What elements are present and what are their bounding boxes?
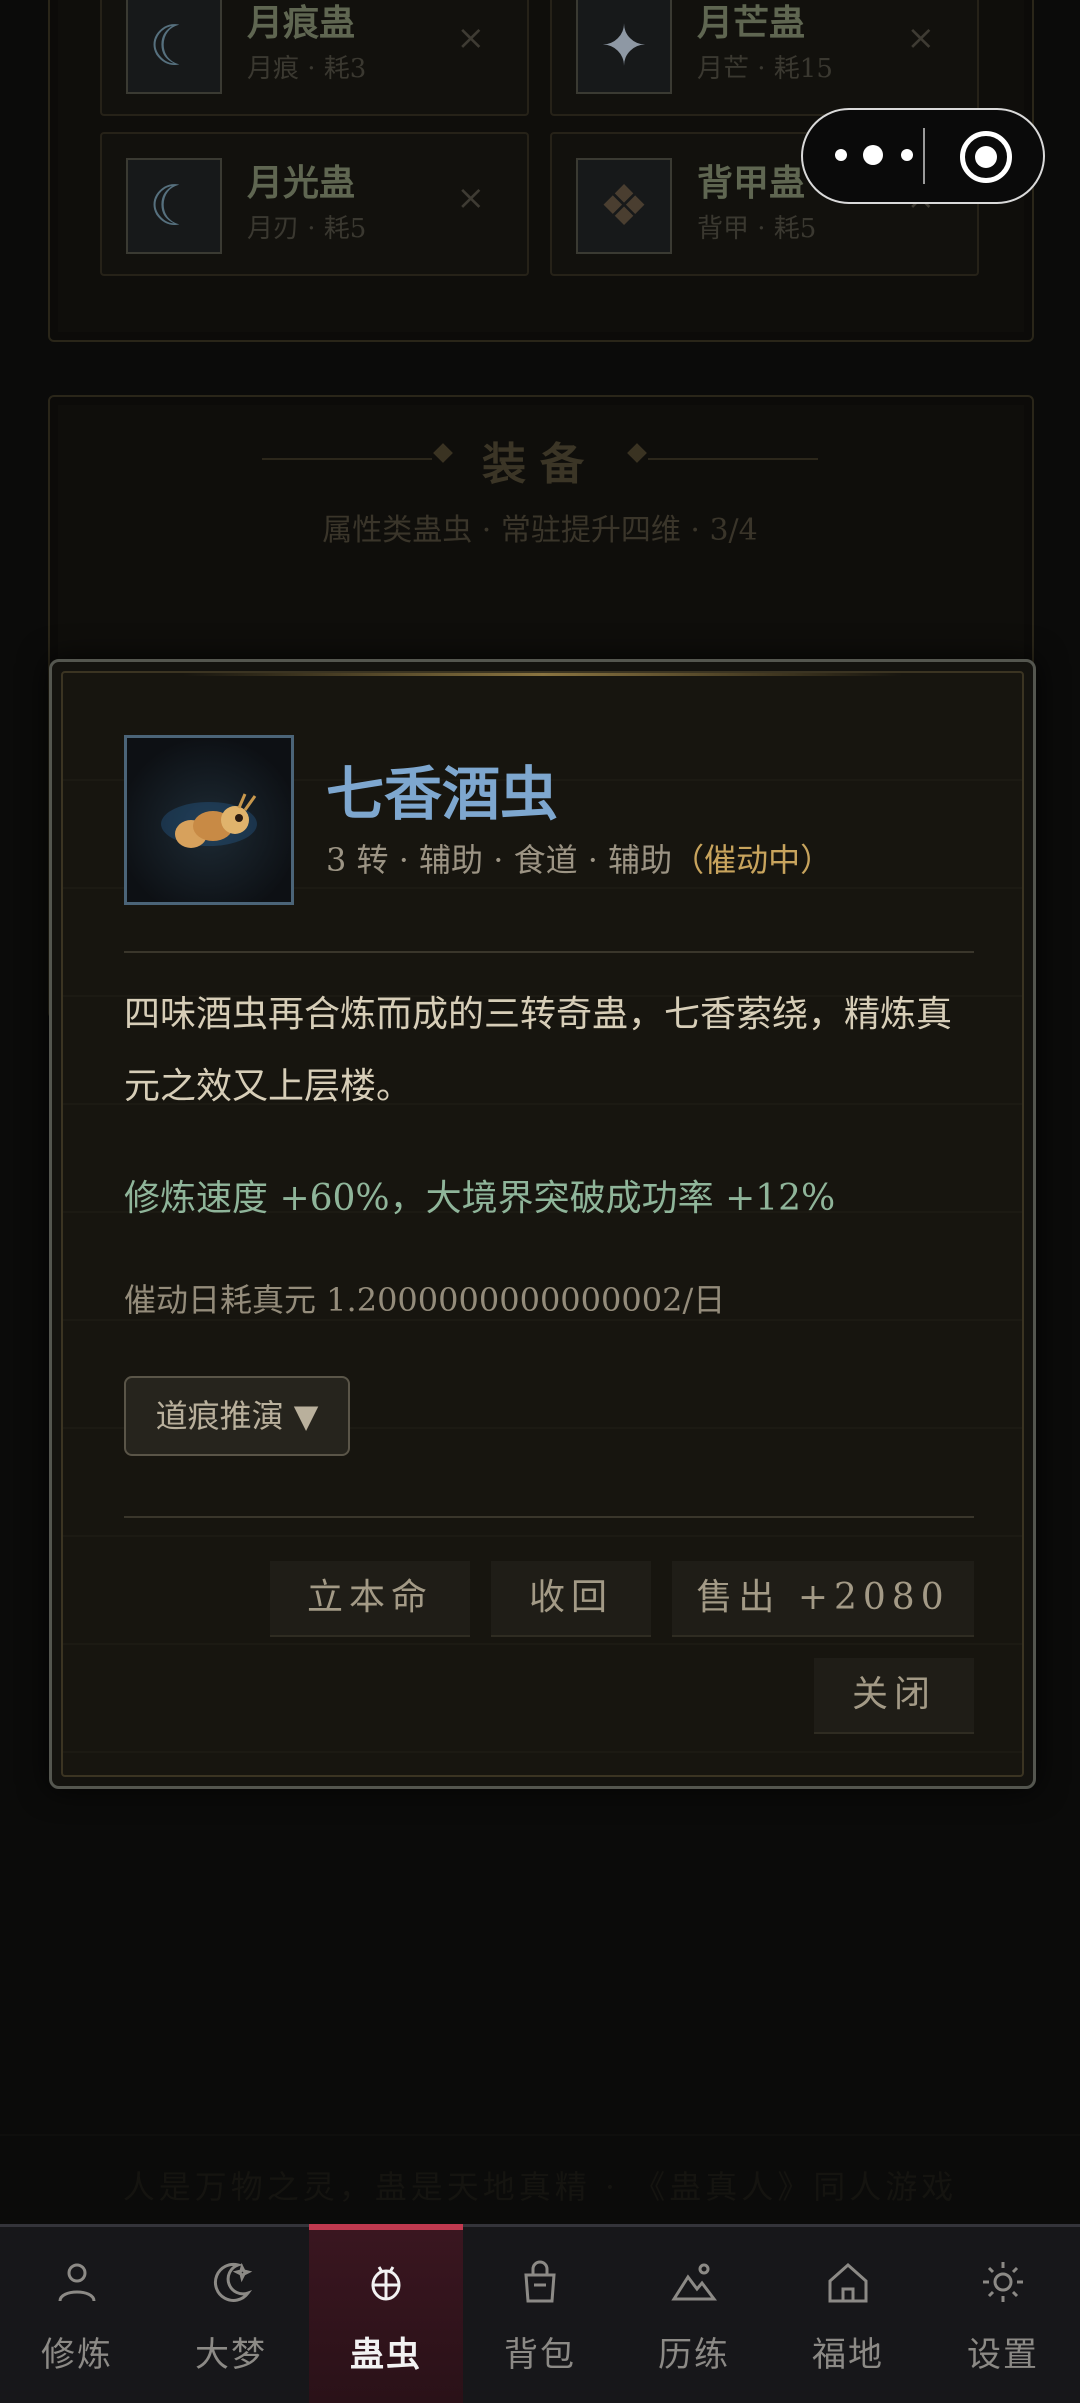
decorative-line <box>183 673 902 676</box>
item-cost: 催动日耗真元 1.2000000000000002/日 <box>124 1281 726 1319</box>
item-name: 七香酒虫 <box>326 760 559 828</box>
modal-body: 七香酒虫 3 转 · 辅助 · 食道 · 辅助（催动中） 四味酒虫再合炼而成的三… <box>61 671 1024 1777</box>
sun-gear-icon <box>983 2262 1023 2302</box>
status-badge: （催动中） <box>672 841 833 879</box>
gu-name: 月芒蛊 <box>697 2 806 44</box>
bag-icon <box>524 2260 556 2303</box>
bug-icon <box>371 2266 401 2301</box>
divider <box>0 2134 1080 2136</box>
moon-icon: ☾ <box>126 158 222 254</box>
close-button[interactable]: 关闭 <box>814 1658 974 1734</box>
tab-label: 背包 <box>504 2335 576 2375</box>
gu-sub: 月痕 · 耗3 <box>247 54 367 84</box>
tab-gu[interactable]: 蛊虫 <box>309 2224 463 2403</box>
tab-backpack[interactable]: 背包 <box>463 2227 617 2403</box>
gu-name: 月痕蛊 <box>247 2 356 44</box>
tab-experience[interactable]: 历练 <box>617 2227 771 2403</box>
home-icon <box>828 2262 868 2303</box>
divider <box>124 1516 974 1518</box>
item-meta-text: 3 转 · 辅助 · 食道 · 辅助 <box>326 841 673 879</box>
wine-bug-icon <box>124 735 294 905</box>
tab-settings[interactable]: 设置 <box>926 2227 1080 2403</box>
tab-label: 福地 <box>812 2335 884 2375</box>
shell-icon: ❖ <box>576 158 672 254</box>
miniprogram-capsule <box>801 108 1045 204</box>
gu-card[interactable]: ☾ 月痕蛊 月痕 · 耗3 × <box>100 0 529 116</box>
remove-icon[interactable]: × <box>907 18 936 58</box>
divider <box>124 951 974 953</box>
gu-sub: 月芒 · 耗15 <box>697 54 833 84</box>
tab-label: 修炼 <box>41 2335 113 2375</box>
more-menu-icon[interactable] <box>835 140 925 170</box>
recall-button[interactable]: 收回 <box>491 1561 651 1637</box>
gu-sub: 月刃 · 耗5 <box>247 214 367 244</box>
close-miniprogram-icon[interactable] <box>960 131 1012 183</box>
remove-icon[interactable]: × <box>457 178 486 218</box>
gu-card[interactable]: ✦ 月芒蛊 月芒 · 耗15 × <box>550 0 979 116</box>
capsule-divider <box>923 128 925 184</box>
dao-mark-dropdown[interactable]: 道痕推演 ▼ <box>124 1376 350 1456</box>
equip-subtitle: 属性类蛊虫 · 常驻提升四维 · 3/4 <box>322 513 758 548</box>
item-meta: 3 转 · 辅助 · 食道 · 辅助（催动中） <box>326 835 832 881</box>
footer-slogan: 人是万物之灵，蛊是天地真精 · 《蛊真人》同人游戏 <box>122 2168 958 2206</box>
tab-cultivate[interactable]: 修炼 <box>0 2227 154 2403</box>
mountain-icon <box>671 2263 717 2301</box>
sell-button[interactable]: 售出 +2080 <box>672 1561 974 1637</box>
tab-label: 历练 <box>658 2335 730 2375</box>
gu-name: 月光蛊 <box>247 162 356 204</box>
bottom-tab-bar: 修炼 大梦 蛊虫 背包 历练 福地 设置 <box>0 2224 1080 2403</box>
star-icon: ✦ <box>576 0 672 94</box>
person-icon <box>58 2263 96 2302</box>
item-description: 四味酒虫再合炼而成的三转奇蛊，七香萦绕，精炼真元之效又上层楼。 <box>124 994 953 1107</box>
equip-title: 装备 <box>482 439 598 490</box>
tab-blessed-land[interactable]: 福地 <box>771 2227 925 2403</box>
moon-icon <box>213 2262 253 2302</box>
tab-dream[interactable]: 大梦 <box>154 2227 308 2403</box>
tab-label: 蛊虫 <box>350 2335 422 2375</box>
item-effect: 修炼速度 +60%，大境界突破成功率 +12% <box>124 1178 836 1219</box>
moon-icon: ☾ <box>126 0 222 94</box>
remove-icon[interactable]: × <box>457 18 486 58</box>
gu-sub: 背甲 · 耗5 <box>697 214 817 244</box>
tab-label: 大梦 <box>195 2335 267 2375</box>
gu-detail-modal: 七香酒虫 3 转 · 辅助 · 食道 · 辅助（催动中） 四味酒虫再合炼而成的三… <box>49 659 1036 1789</box>
gu-name: 背甲蛊 <box>697 162 806 204</box>
divider <box>648 458 818 460</box>
gu-card[interactable]: ☾ 月光蛊 月刃 · 耗5 × <box>100 132 529 276</box>
bind-life-button[interactable]: 立本命 <box>270 1561 470 1637</box>
tab-label: 设置 <box>967 2335 1039 2375</box>
